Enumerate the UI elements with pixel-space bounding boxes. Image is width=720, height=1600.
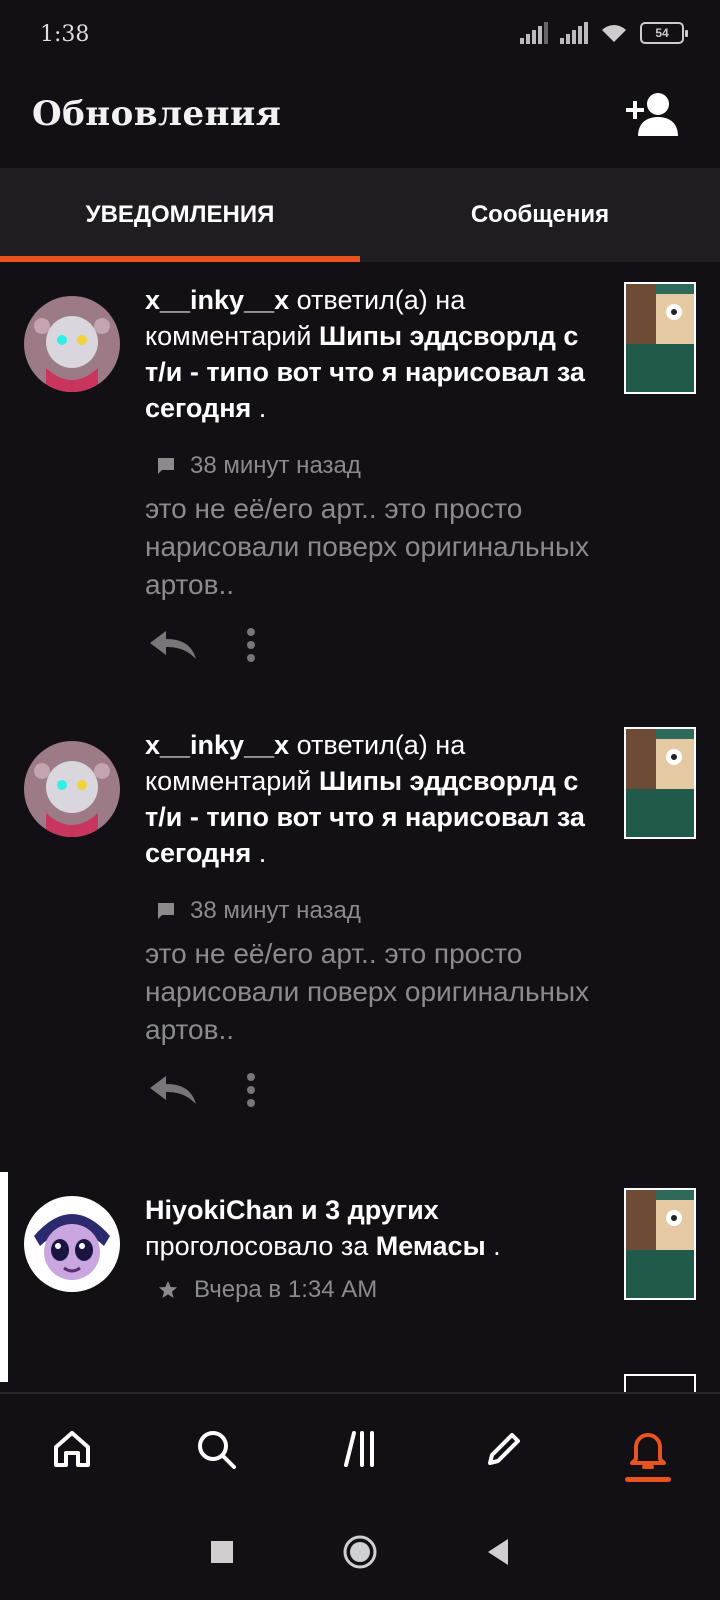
end-text: .	[485, 1231, 501, 1261]
reply-icon	[150, 631, 196, 659]
app-header: Обновления	[0, 72, 720, 168]
add-user-button[interactable]	[624, 90, 680, 138]
nav-home[interactable]	[0, 1394, 144, 1504]
signal-icon	[520, 22, 548, 44]
system-nav-bar	[0, 1504, 720, 1600]
action-row	[150, 628, 256, 667]
search-icon	[198, 1431, 236, 1469]
username[interactable]: HiyokiChan и 3 других	[145, 1195, 439, 1225]
reply-icon	[150, 1076, 196, 1104]
star-icon	[159, 1281, 177, 1298]
comment-icon	[158, 903, 174, 919]
avatar-image	[24, 1196, 120, 1292]
comment-text: это не её/его арт.. это просто нарисовал…	[145, 938, 590, 1045]
add-user-icon	[626, 93, 678, 136]
avatar-image	[24, 296, 120, 392]
notification-text: x__inky__x ответил(а) на комментарий Шип…	[145, 282, 595, 426]
notification-text: x__inky__x ответил(а) на комментарий Шип…	[145, 727, 595, 871]
avatar[interactable]	[24, 296, 120, 392]
write-icon	[488, 1433, 520, 1465]
more-options-button[interactable]	[246, 1073, 256, 1112]
thumbnail-image	[626, 284, 694, 392]
home-icon	[54, 1431, 90, 1467]
action-text: проголосовало за	[145, 1231, 376, 1261]
end-text: .	[251, 393, 267, 423]
tab-messages[interactable]: Сообщения	[360, 168, 720, 262]
bell-icon	[630, 1433, 666, 1469]
notification-feed: x__inky__x ответил(а) на комментарий Шип…	[0, 262, 720, 1392]
action-row	[150, 1073, 256, 1112]
avatar-image	[24, 741, 120, 837]
post-title-link[interactable]: Мемасы	[376, 1231, 486, 1261]
avatar[interactable]	[24, 741, 120, 837]
signal-icon	[560, 22, 588, 44]
notification-text: HiyokiChan и 3 других проголосовало за М…	[145, 1192, 595, 1264]
timestamp: 38 минут назад	[190, 897, 361, 924]
more-options-button[interactable]	[246, 628, 256, 667]
nav-write[interactable]	[432, 1394, 576, 1504]
page-title: Обновления	[32, 94, 282, 134]
notification-item[interactable]: HiyokiChan и 3 других проголосовало за М…	[0, 1172, 720, 1382]
timestamp: 38 минут назад	[190, 452, 361, 479]
back-button[interactable]	[486, 1538, 510, 1566]
tab-notifications[interactable]: УВЕДОМЛЕНИЯ	[0, 168, 360, 262]
end-text: .	[251, 838, 267, 868]
post-thumbnail[interactable]	[624, 727, 696, 839]
wifi-icon	[602, 25, 626, 42]
tab-label: Сообщения	[470, 201, 610, 228]
timestamp: Вчера в 1:34 AM	[194, 1276, 378, 1303]
tab-label: УВЕДОМЛЕНИЯ	[85, 201, 275, 228]
nav-notifications[interactable]	[576, 1394, 720, 1504]
home-system-button[interactable]	[342, 1534, 378, 1570]
notification-meta: 38 минут назад	[158, 897, 361, 925]
notification-item[interactable]: x__inky__x ответил(а) на комментарий Шип…	[0, 717, 720, 1172]
status-time: 1:38	[40, 22, 90, 47]
recents-button[interactable]	[210, 1540, 234, 1564]
thumbnail-image	[626, 729, 694, 837]
notification-item[interactable]: x__inky__x ответил(а) на комментарий Шип…	[0, 262, 720, 717]
comment-text: это не её/его арт.. это просто нарисовал…	[145, 493, 590, 600]
post-thumbnail[interactable]	[624, 282, 696, 394]
reply-button[interactable]	[150, 1076, 196, 1109]
tab-bar: УВЕДОМЛЕНИЯ Сообщения	[0, 168, 720, 262]
reply-button[interactable]	[150, 631, 196, 664]
username[interactable]: x__inky__x	[145, 285, 289, 315]
nav-search[interactable]	[144, 1394, 288, 1504]
status-icons: 54	[520, 22, 688, 44]
more-vertical-icon	[247, 628, 255, 662]
post-thumbnail[interactable]	[624, 1188, 696, 1300]
username[interactable]: x__inky__x	[145, 730, 289, 760]
comment-icon	[158, 458, 174, 474]
bottom-nav	[0, 1392, 720, 1504]
nav-library[interactable]	[288, 1394, 432, 1504]
thumbnail-image	[626, 1190, 694, 1298]
avatar[interactable]	[24, 1196, 120, 1292]
notification-meta: 38 минут назад	[158, 452, 361, 480]
battery-icon: 54	[640, 22, 688, 44]
post-thumbnail-partial[interactable]	[624, 1374, 696, 1392]
status-bar: 1:38 54	[0, 0, 720, 72]
notification-meta: Вчера в 1:34 AM	[158, 1276, 377, 1304]
library-icon	[344, 1431, 374, 1467]
more-vertical-icon	[247, 1073, 255, 1107]
